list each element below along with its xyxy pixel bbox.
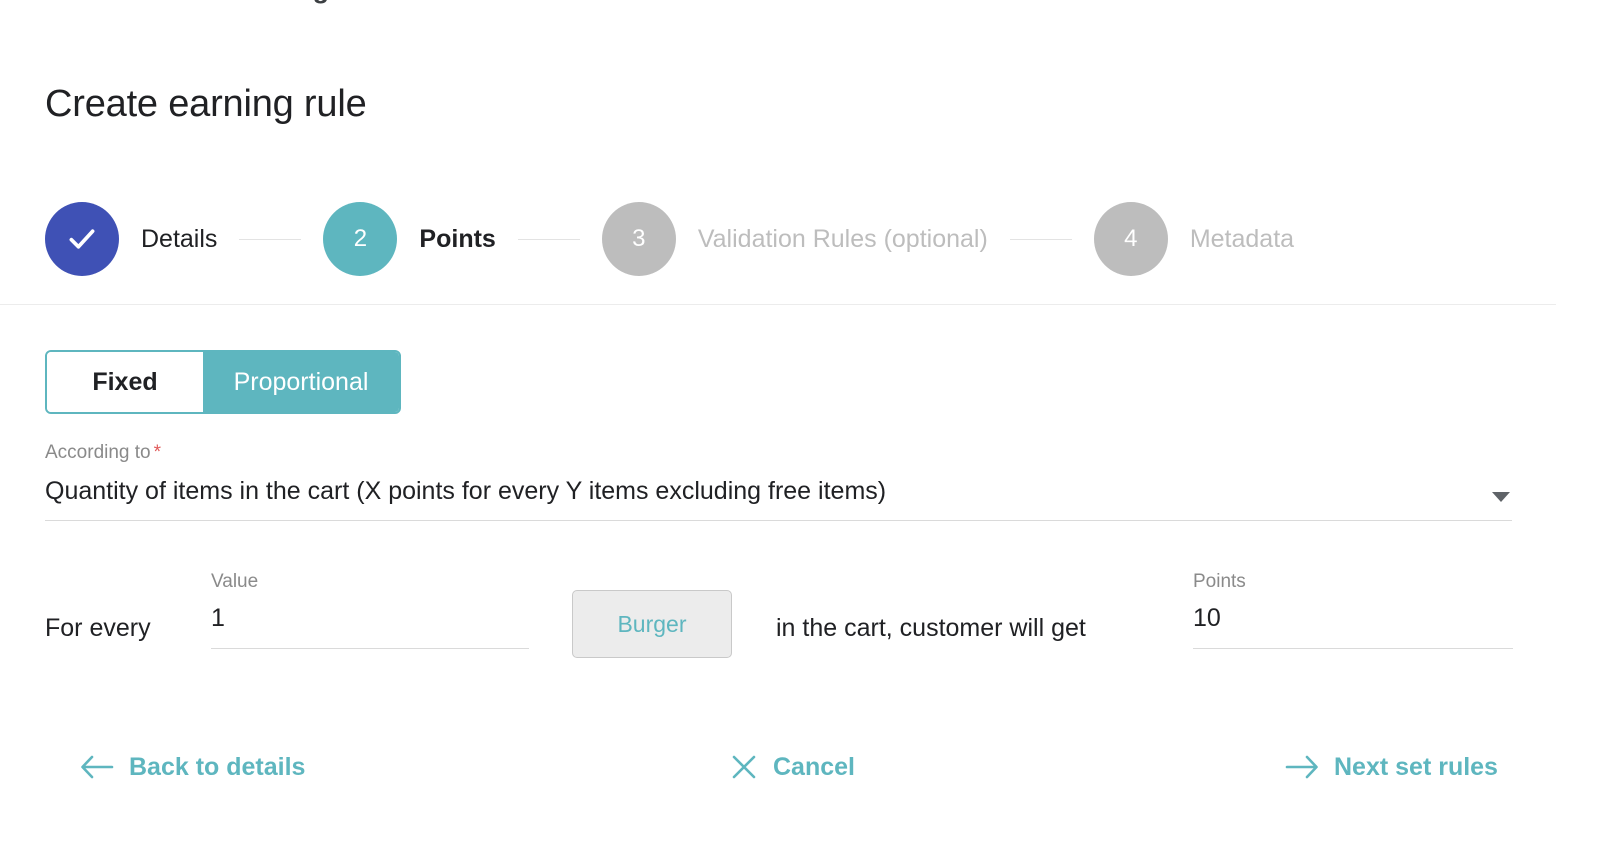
according-to-select[interactable]: Quantity of items in the cart (X points … [45, 475, 1512, 521]
step-connector-3 [1009, 238, 1072, 240]
toggle-option-proportional[interactable]: Proportional [203, 352, 399, 412]
chevron-down-icon[interactable] [1492, 492, 1510, 502]
rule-sentence-row: For every Value 1 Burger in the cart, cu… [45, 569, 1515, 659]
step-2-label: Points [419, 224, 496, 253]
item-picker-button[interactable]: Burger [572, 590, 732, 658]
next-set-rules-label: Next set rules [1334, 752, 1498, 781]
next-set-rules-button[interactable]: Next set rules [1285, 744, 1498, 790]
points-field-underline [1193, 648, 1513, 649]
value-field-label: Value [211, 571, 259, 592]
step-connector-2 [517, 238, 580, 240]
step-details[interactable]: Details [45, 202, 217, 276]
according-to-selected-value: Quantity of items in the cart (X points … [45, 477, 887, 505]
according-to-label-text: According to [45, 442, 151, 463]
create-earning-rule-page: Create earning rule Details 2 Points 3 V… [0, 9, 1556, 848]
cut-off-heading-text: Create earning rule [140, 0, 386, 5]
header-divider [0, 304, 1556, 305]
according-to-label: According to * [45, 442, 161, 464]
rule-type-toggle: Fixed Proportional [45, 350, 401, 414]
step-4-label: Metadata [1189, 224, 1295, 253]
back-to-details-label: Back to details [129, 752, 306, 781]
points-field[interactable]: Points 10 [1193, 571, 1513, 649]
cut-off-heading-sliver: Create earning rule [0, 0, 1600, 9]
value-field-input[interactable]: 1 [211, 604, 225, 633]
value-field-underline [211, 648, 529, 649]
form-actions: Back to details Cancel Next set rules [0, 744, 1556, 804]
page-title: Create earning rule [45, 83, 367, 126]
points-field-input[interactable]: 10 [1193, 604, 1221, 633]
step-points[interactable]: 2 Points [323, 202, 496, 276]
points-field-label: Points [1193, 571, 1246, 592]
arrow-right-icon [1285, 755, 1318, 779]
step-connector-1 [239, 238, 302, 240]
sentence-prefix: For every [45, 614, 151, 642]
step-1-circle [45, 202, 119, 276]
close-icon [732, 755, 756, 779]
step-1-label: Details [141, 224, 218, 253]
step-3-circle: 3 [601, 202, 676, 276]
back-to-details-button[interactable]: Back to details [80, 744, 305, 790]
required-asterisk: * [153, 442, 162, 463]
wizard-stepper: Details 2 Points 3 Validation Rules (opt… [45, 202, 1294, 276]
toggle-option-fixed[interactable]: Fixed [47, 352, 203, 412]
step-metadata[interactable]: 4 Metadata [1093, 202, 1295, 276]
cancel-label: Cancel [773, 752, 855, 781]
step-3-label: Validation Rules (optional) [697, 224, 988, 253]
step-4-circle: 4 [1093, 202, 1168, 276]
step-2-circle: 2 [323, 202, 398, 276]
value-field[interactable]: Value 1 [211, 571, 529, 649]
cancel-button[interactable]: Cancel [730, 744, 855, 790]
arrow-left-icon [81, 755, 114, 779]
sentence-middle: in the cart, customer will get [776, 614, 1086, 642]
check-icon [69, 229, 95, 249]
step-validation-rules[interactable]: 3 Validation Rules (optional) [601, 202, 988, 276]
